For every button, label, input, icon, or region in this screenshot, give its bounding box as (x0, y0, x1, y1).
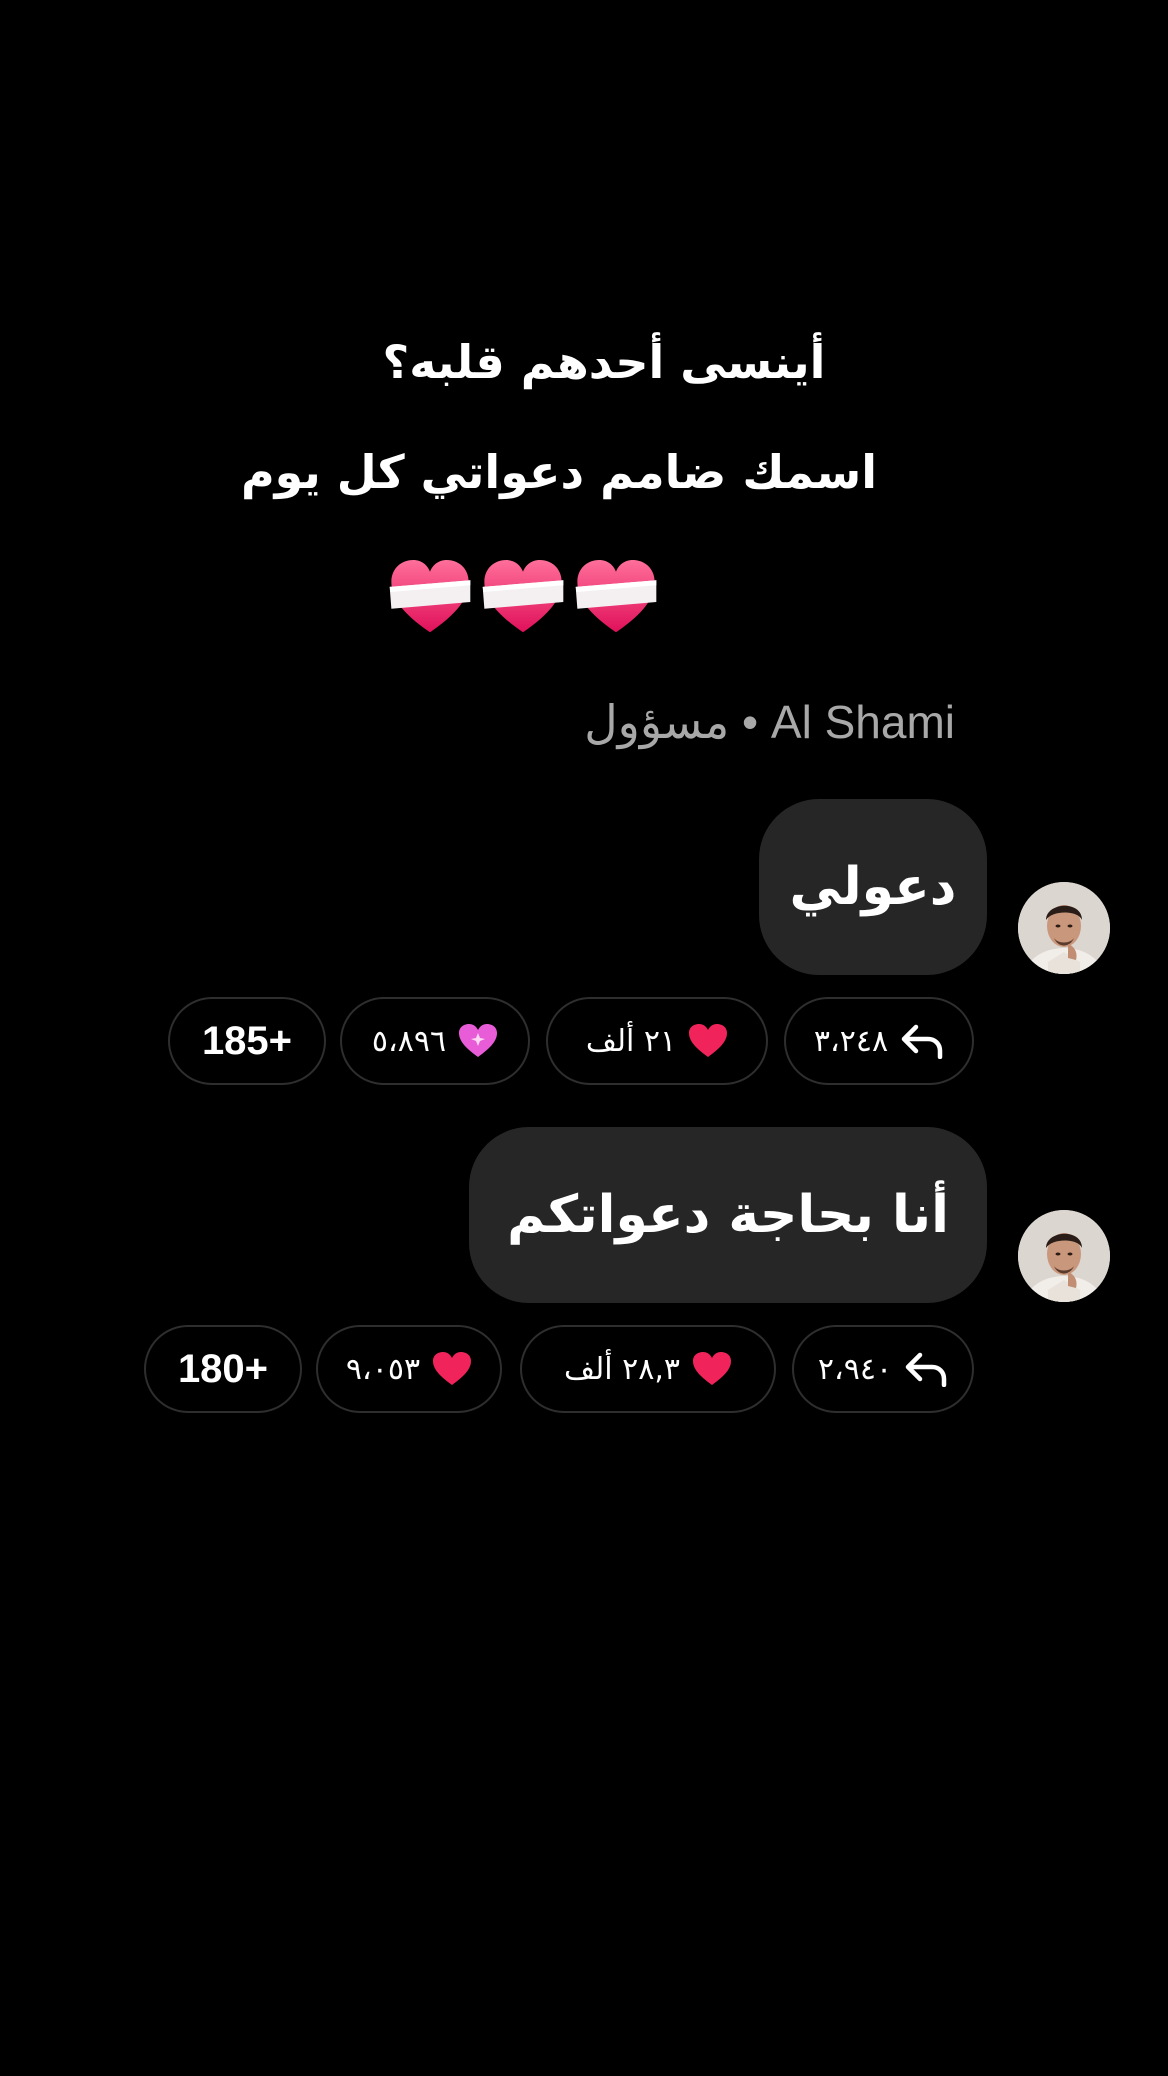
caption-line-1: أينسى أحدهم قلبه؟ (382, 335, 826, 389)
avatar-portrait (1018, 1210, 1110, 1302)
mending-heart-icon (575, 560, 657, 633)
pink-heart-count: ٥،٨٩٦ (371, 1023, 447, 1059)
more-reactions-pill[interactable]: 185+ (168, 997, 326, 1085)
reply-count: ٢،٩٤٠ (817, 1351, 893, 1387)
avatar[interactable] (1018, 1210, 1110, 1302)
red-heart-count: ٢٨,٣ ألف (564, 1351, 680, 1387)
red-heart-count: ٢١ ألف (585, 1023, 677, 1059)
avatar-portrait (1018, 882, 1110, 974)
pink-heart-count: ٩،٠٥٣ (345, 1351, 421, 1387)
message-text: أنا بحاجة دعواتكم (507, 1185, 949, 1245)
caption-line-2: اسمك ضامم دعواتي كل يوم (240, 445, 878, 499)
reply-count-pill[interactable]: ٢،٩٤٠ (792, 1325, 974, 1413)
reply-arrow-icon (905, 1352, 947, 1387)
red-heart-icon (692, 1352, 731, 1385)
more-reactions-count: 185+ (201, 1018, 293, 1063)
reply-count-pill[interactable]: ٣،٢٤٨ (784, 997, 974, 1085)
reply-count: ٣،٢٤٨ (813, 1023, 889, 1059)
red-heart-icon (689, 1024, 728, 1057)
message-bubble[interactable]: دعولي (759, 799, 987, 975)
sparkling-heart-icon (459, 1024, 498, 1057)
more-reactions-count: 180+ (177, 1346, 269, 1391)
red-heart-reaction-pill[interactable]: ٢١ ألف (546, 997, 768, 1085)
red-heart-icon (433, 1352, 472, 1385)
red-heart-reaction-pill[interactable]: ٩،٠٥٣ (316, 1325, 502, 1413)
reply-arrow-icon (901, 1024, 943, 1059)
pink-heart-reaction-pill[interactable]: ٥،٨٩٦ (340, 997, 530, 1085)
sender-label: مسؤول • Al Shami (584, 696, 955, 748)
mending-heart-icon (482, 560, 564, 633)
avatar[interactable] (1018, 882, 1110, 974)
message-text: دعولي (789, 857, 957, 917)
more-reactions-pill[interactable]: 180+ (144, 1325, 302, 1413)
mending-heart-icon (389, 560, 471, 633)
hearts-row (388, 555, 658, 645)
message-bubble[interactable]: أنا بحاجة دعواتكم (469, 1127, 987, 1303)
red-heart-reaction-pill[interactable]: ٢٨,٣ ألف (520, 1325, 776, 1413)
